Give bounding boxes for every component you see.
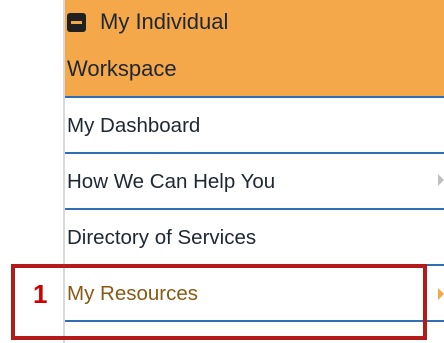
menu-item-directory-of-services[interactable]: Directory of Services (65, 210, 444, 266)
menu-item-label: Directory of Services (67, 226, 257, 249)
menu-item-label: My Resources (67, 282, 199, 305)
menu-item-how-we-can-help-you[interactable]: How We Can Help You (65, 154, 444, 210)
menu-header-title-line1: My Individual (100, 9, 229, 34)
step-number-label: 1 (33, 279, 48, 309)
workspace-menu: My Individual Workspace My Dashboard How… (63, 0, 444, 343)
menu-header-my-individual-workspace[interactable]: My Individual Workspace (65, 0, 444, 98)
menu-item-label: How We Can Help You (67, 170, 276, 193)
chevron-right-icon (438, 288, 444, 300)
menu-item-my-resources[interactable]: My Resources (65, 266, 444, 322)
menu-item-label: My Dashboard (67, 114, 201, 137)
screenshot-stage: My Individual Workspace My Dashboard How… (0, 0, 444, 343)
collapse-square-minus-icon[interactable] (67, 13, 86, 32)
chevron-right-icon (438, 174, 444, 186)
menu-item-my-dashboard[interactable]: My Dashboard (65, 98, 444, 154)
menu-header-title-line2: Workspace (67, 56, 177, 81)
